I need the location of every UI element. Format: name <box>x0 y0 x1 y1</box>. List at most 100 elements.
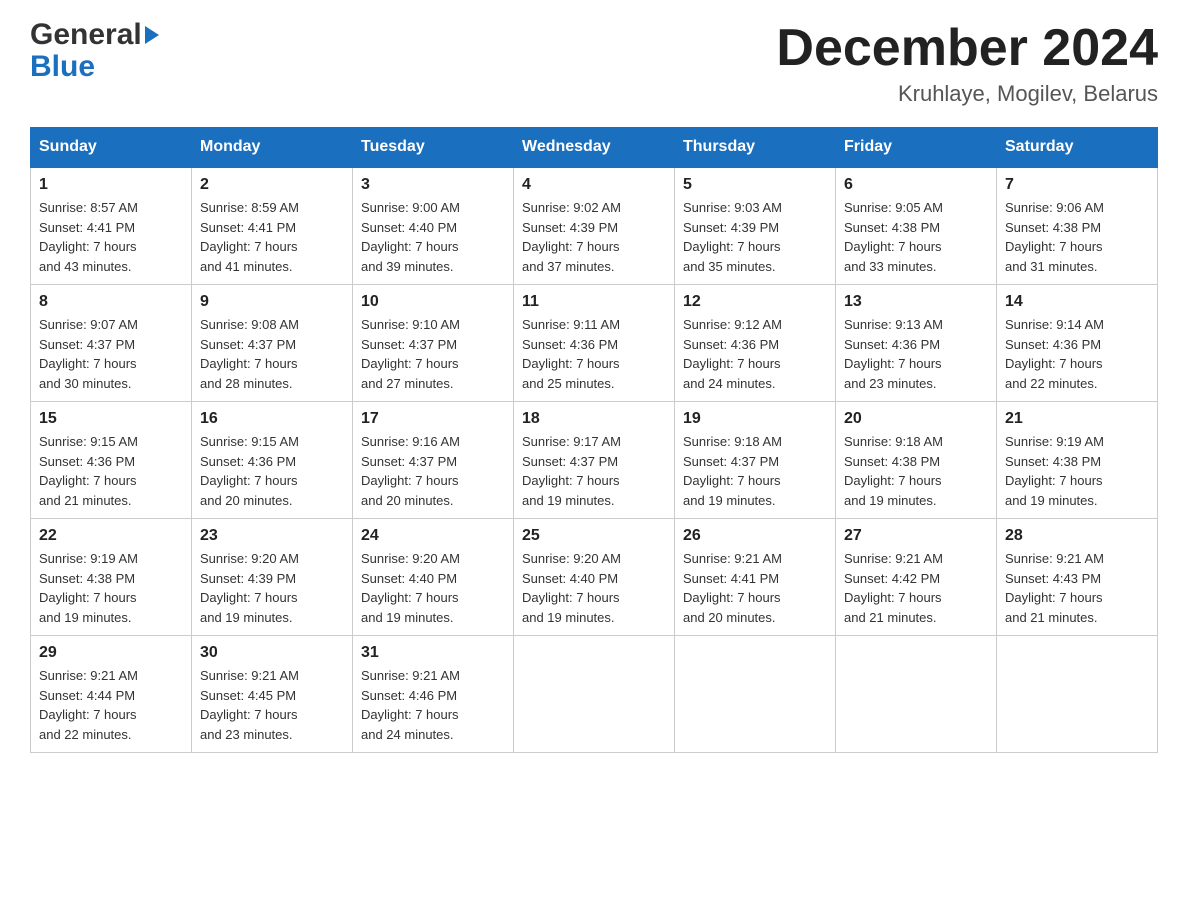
calendar-cell: 10Sunrise: 9:10 AM Sunset: 4:37 PM Dayli… <box>353 285 514 402</box>
day-number: 31 <box>361 644 505 662</box>
weekday-header-tuesday: Tuesday <box>353 128 514 168</box>
day-info: Sunrise: 9:16 AM Sunset: 4:37 PM Dayligh… <box>361 432 505 510</box>
weekday-header-friday: Friday <box>836 128 997 168</box>
calendar-cell: 25 Sunrise: 9:20 AM Sunset: 4:40 PM Dayli… <box>514 519 675 636</box>
calendar-cell: 13 Sunrise: 9:13 AM Sunset: 4:36 PM Dayli… <box>836 285 997 402</box>
day-info: Sunrise: 9:00 AM Sunset: 4:40 PM Dayligh… <box>361 198 505 276</box>
calendar-title: December 2024 <box>776 20 1158 77</box>
calendar-cell: 5Sunrise: 9:03 AM Sunset: 4:39 PM Daylig… <box>675 167 836 285</box>
day-number: 3 <box>361 176 505 194</box>
calendar-cell: 12 Sunrise: 9:12 AM Sunset: 4:36 PM Dayli… <box>675 285 836 402</box>
calendar-cell <box>675 636 836 753</box>
day-number: 23 <box>200 527 344 545</box>
logo-text-general: General <box>30 20 142 50</box>
day-number: 18 <box>522 410 666 428</box>
day-info: Sunrise: 9:12 AM Sunset: 4:36 PM Dayligh… <box>683 315 827 393</box>
day-number: 4 <box>522 176 666 194</box>
day-info: Sunrise: 9:19 AM Sunset: 4:38 PM Dayligh… <box>39 549 183 627</box>
day-number: 8 <box>39 293 183 311</box>
day-number: 28 <box>1005 527 1149 545</box>
day-number: 29 <box>39 644 183 662</box>
calendar-subtitle: Kruhlaye, Mogilev, Belarus <box>776 81 1158 107</box>
day-info: Sunrise: 9:21 AM Sunset: 4:43 PM Dayligh… <box>1005 549 1149 627</box>
day-number: 22 <box>39 527 183 545</box>
weekday-header-monday: Monday <box>192 128 353 168</box>
calendar-week-row: 22 Sunrise: 9:19 AM Sunset: 4:38 PM Dayli… <box>31 519 1158 636</box>
calendar-cell: 6 Sunrise: 9:05 AM Sunset: 4:38 PM Daylig… <box>836 167 997 285</box>
calendar-cell: 17 Sunrise: 9:16 AM Sunset: 4:37 PM Dayli… <box>353 402 514 519</box>
day-number: 21 <box>1005 410 1149 428</box>
calendar-table: SundayMondayTuesdayWednesdayThursdayFrid… <box>30 127 1158 753</box>
calendar-cell: 14 Sunrise: 9:14 AM Sunset: 4:36 PM Dayli… <box>997 285 1158 402</box>
day-info: Sunrise: 9:18 AM Sunset: 4:37 PM Dayligh… <box>683 432 827 510</box>
calendar-cell <box>836 636 997 753</box>
calendar-cell: 18 Sunrise: 9:17 AM Sunset: 4:37 PM Dayli… <box>514 402 675 519</box>
calendar-cell: 7Sunrise: 9:06 AM Sunset: 4:38 PM Daylig… <box>997 167 1158 285</box>
calendar-cell: 2 Sunrise: 8:59 AM Sunset: 4:41 PM Daylig… <box>192 167 353 285</box>
day-number: 9 <box>200 293 344 311</box>
day-info: Sunrise: 9:20 AM Sunset: 4:39 PM Dayligh… <box>200 549 344 627</box>
day-info: Sunrise: 8:59 AM Sunset: 4:41 PM Dayligh… <box>200 198 344 276</box>
calendar-cell: 8 Sunrise: 9:07 AM Sunset: 4:37 PM Daylig… <box>31 285 192 402</box>
calendar-cell: 21Sunrise: 9:19 AM Sunset: 4:38 PM Dayli… <box>997 402 1158 519</box>
day-number: 11 <box>522 293 666 311</box>
day-info: Sunrise: 8:57 AM Sunset: 4:41 PM Dayligh… <box>39 198 183 276</box>
day-number: 16 <box>200 410 344 428</box>
day-number: 27 <box>844 527 988 545</box>
day-number: 1 <box>39 176 183 194</box>
calendar-cell: 23 Sunrise: 9:20 AM Sunset: 4:39 PM Dayli… <box>192 519 353 636</box>
title-section: December 2024 Kruhlaye, Mogilev, Belarus <box>776 20 1158 107</box>
day-info: Sunrise: 9:13 AM Sunset: 4:36 PM Dayligh… <box>844 315 988 393</box>
day-info: Sunrise: 9:11 AM Sunset: 4:36 PM Dayligh… <box>522 315 666 393</box>
day-info: Sunrise: 9:05 AM Sunset: 4:38 PM Dayligh… <box>844 198 988 276</box>
weekday-header-thursday: Thursday <box>675 128 836 168</box>
weekday-header-wednesday: Wednesday <box>514 128 675 168</box>
day-info: Sunrise: 9:21 AM Sunset: 4:46 PM Dayligh… <box>361 666 505 744</box>
day-info: Sunrise: 9:21 AM Sunset: 4:44 PM Dayligh… <box>39 666 183 744</box>
page-header: General Blue December 2024 Kruhlaye, Mog… <box>30 20 1158 107</box>
day-info: Sunrise: 9:20 AM Sunset: 4:40 PM Dayligh… <box>522 549 666 627</box>
logo: General Blue <box>30 20 159 82</box>
calendar-cell: 15 Sunrise: 9:15 AM Sunset: 4:36 PM Dayli… <box>31 402 192 519</box>
day-info: Sunrise: 9:18 AM Sunset: 4:38 PM Dayligh… <box>844 432 988 510</box>
calendar-cell: 24 Sunrise: 9:20 AM Sunset: 4:40 PM Dayli… <box>353 519 514 636</box>
day-number: 6 <box>844 176 988 194</box>
day-number: 17 <box>361 410 505 428</box>
calendar-cell: 9Sunrise: 9:08 AM Sunset: 4:37 PM Daylig… <box>192 285 353 402</box>
day-number: 13 <box>844 293 988 311</box>
day-number: 5 <box>683 176 827 194</box>
logo-arrow-icon <box>145 26 159 44</box>
day-number: 14 <box>1005 293 1149 311</box>
day-info: Sunrise: 9:15 AM Sunset: 4:36 PM Dayligh… <box>39 432 183 510</box>
day-info: Sunrise: 9:21 AM Sunset: 4:42 PM Dayligh… <box>844 549 988 627</box>
day-number: 19 <box>683 410 827 428</box>
day-number: 20 <box>844 410 988 428</box>
day-info: Sunrise: 9:06 AM Sunset: 4:38 PM Dayligh… <box>1005 198 1149 276</box>
weekday-header-saturday: Saturday <box>997 128 1158 168</box>
day-number: 2 <box>200 176 344 194</box>
day-info: Sunrise: 9:20 AM Sunset: 4:40 PM Dayligh… <box>361 549 505 627</box>
day-number: 24 <box>361 527 505 545</box>
day-number: 15 <box>39 410 183 428</box>
calendar-cell: 16 Sunrise: 9:15 AM Sunset: 4:36 PM Dayli… <box>192 402 353 519</box>
calendar-week-row: 8 Sunrise: 9:07 AM Sunset: 4:37 PM Daylig… <box>31 285 1158 402</box>
day-info: Sunrise: 9:02 AM Sunset: 4:39 PM Dayligh… <box>522 198 666 276</box>
calendar-cell: 3 Sunrise: 9:00 AM Sunset: 4:40 PM Daylig… <box>353 167 514 285</box>
day-info: Sunrise: 9:17 AM Sunset: 4:37 PM Dayligh… <box>522 432 666 510</box>
day-info: Sunrise: 9:21 AM Sunset: 4:41 PM Dayligh… <box>683 549 827 627</box>
day-info: Sunrise: 9:14 AM Sunset: 4:36 PM Dayligh… <box>1005 315 1149 393</box>
calendar-week-row: 29 Sunrise: 9:21 AM Sunset: 4:44 PM Dayli… <box>31 636 1158 753</box>
calendar-cell: 20 Sunrise: 9:18 AM Sunset: 4:38 PM Dayli… <box>836 402 997 519</box>
day-number: 25 <box>522 527 666 545</box>
calendar-cell: 27 Sunrise: 9:21 AM Sunset: 4:42 PM Dayli… <box>836 519 997 636</box>
calendar-cell: 29 Sunrise: 9:21 AM Sunset: 4:44 PM Dayli… <box>31 636 192 753</box>
day-info: Sunrise: 9:15 AM Sunset: 4:36 PM Dayligh… <box>200 432 344 510</box>
day-number: 26 <box>683 527 827 545</box>
day-info: Sunrise: 9:07 AM Sunset: 4:37 PM Dayligh… <box>39 315 183 393</box>
logo-text-blue: Blue <box>30 52 159 82</box>
weekday-header-sunday: Sunday <box>31 128 192 168</box>
day-number: 12 <box>683 293 827 311</box>
calendar-cell: 11 Sunrise: 9:11 AM Sunset: 4:36 PM Dayli… <box>514 285 675 402</box>
calendar-week-row: 15 Sunrise: 9:15 AM Sunset: 4:36 PM Dayli… <box>31 402 1158 519</box>
calendar-cell: 19 Sunrise: 9:18 AM Sunset: 4:37 PM Dayli… <box>675 402 836 519</box>
